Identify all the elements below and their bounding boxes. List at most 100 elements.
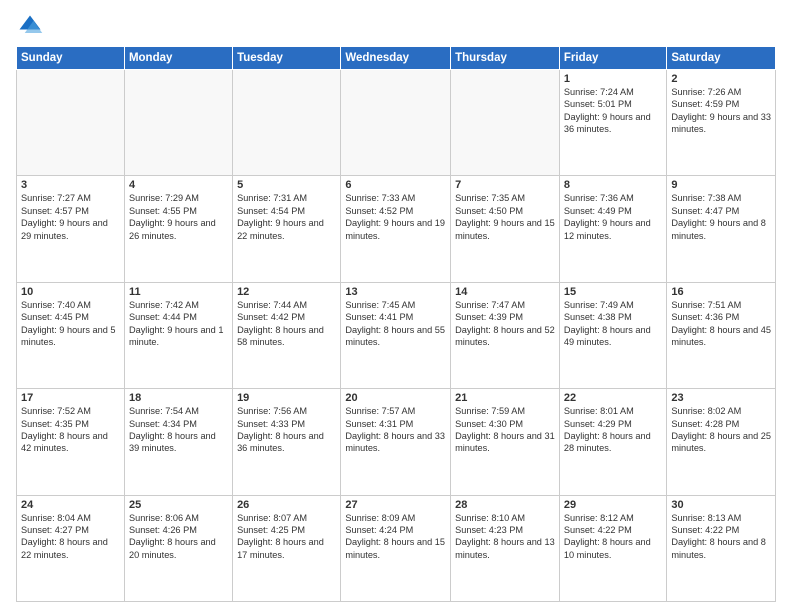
calendar-cell — [17, 70, 125, 176]
day-info: Sunrise: 8:07 AMSunset: 4:25 PMDaylight:… — [237, 512, 336, 562]
week-row-4: 17Sunrise: 7:52 AMSunset: 4:35 PMDayligh… — [17, 389, 776, 495]
calendar-cell: 13Sunrise: 7:45 AMSunset: 4:41 PMDayligh… — [341, 282, 451, 388]
header — [16, 12, 776, 40]
day-number: 24 — [21, 499, 120, 511]
day-info: Sunrise: 7:59 AMSunset: 4:30 PMDaylight:… — [455, 405, 555, 455]
day-number: 26 — [237, 499, 336, 511]
calendar-cell: 2Sunrise: 7:26 AMSunset: 4:59 PMDaylight… — [667, 70, 776, 176]
weekday-header-monday: Monday — [124, 47, 232, 70]
day-number: 2 — [671, 73, 771, 85]
day-number: 10 — [21, 286, 120, 298]
weekday-header-wednesday: Wednesday — [341, 47, 451, 70]
day-info: Sunrise: 7:47 AMSunset: 4:39 PMDaylight:… — [455, 299, 555, 349]
calendar-cell: 22Sunrise: 8:01 AMSunset: 4:29 PMDayligh… — [559, 389, 666, 495]
day-number: 30 — [671, 499, 771, 511]
logo-icon — [16, 12, 44, 40]
day-info: Sunrise: 7:40 AMSunset: 4:45 PMDaylight:… — [21, 299, 120, 349]
weekday-header-friday: Friday — [559, 47, 666, 70]
day-number: 20 — [345, 392, 446, 404]
calendar: SundayMondayTuesdayWednesdayThursdayFrid… — [16, 46, 776, 602]
weekday-header-sunday: Sunday — [17, 47, 125, 70]
calendar-cell: 23Sunrise: 8:02 AMSunset: 4:28 PMDayligh… — [667, 389, 776, 495]
calendar-cell: 25Sunrise: 8:06 AMSunset: 4:26 PMDayligh… — [124, 495, 232, 601]
day-info: Sunrise: 7:49 AMSunset: 4:38 PMDaylight:… — [564, 299, 662, 349]
day-number: 21 — [455, 392, 555, 404]
day-info: Sunrise: 8:10 AMSunset: 4:23 PMDaylight:… — [455, 512, 555, 562]
day-info: Sunrise: 8:01 AMSunset: 4:29 PMDaylight:… — [564, 405, 662, 455]
day-info: Sunrise: 8:04 AMSunset: 4:27 PMDaylight:… — [21, 512, 120, 562]
calendar-cell: 28Sunrise: 8:10 AMSunset: 4:23 PMDayligh… — [451, 495, 560, 601]
day-info: Sunrise: 7:51 AMSunset: 4:36 PMDaylight:… — [671, 299, 771, 349]
calendar-cell: 18Sunrise: 7:54 AMSunset: 4:34 PMDayligh… — [124, 389, 232, 495]
day-number: 13 — [345, 286, 446, 298]
weekday-header-thursday: Thursday — [451, 47, 560, 70]
calendar-cell — [233, 70, 341, 176]
day-info: Sunrise: 7:45 AMSunset: 4:41 PMDaylight:… — [345, 299, 446, 349]
day-number: 19 — [237, 392, 336, 404]
day-number: 9 — [671, 179, 771, 191]
day-info: Sunrise: 7:44 AMSunset: 4:42 PMDaylight:… — [237, 299, 336, 349]
calendar-cell: 10Sunrise: 7:40 AMSunset: 4:45 PMDayligh… — [17, 282, 125, 388]
day-number: 5 — [237, 179, 336, 191]
day-number: 7 — [455, 179, 555, 191]
day-number: 23 — [671, 392, 771, 404]
day-info: Sunrise: 7:35 AMSunset: 4:50 PMDaylight:… — [455, 192, 555, 242]
day-number: 25 — [129, 499, 228, 511]
calendar-cell: 26Sunrise: 8:07 AMSunset: 4:25 PMDayligh… — [233, 495, 341, 601]
calendar-cell: 24Sunrise: 8:04 AMSunset: 4:27 PMDayligh… — [17, 495, 125, 601]
day-number: 18 — [129, 392, 228, 404]
week-row-1: 1Sunrise: 7:24 AMSunset: 5:01 PMDaylight… — [17, 70, 776, 176]
day-info: Sunrise: 7:38 AMSunset: 4:47 PMDaylight:… — [671, 192, 771, 242]
calendar-cell: 27Sunrise: 8:09 AMSunset: 4:24 PMDayligh… — [341, 495, 451, 601]
week-row-5: 24Sunrise: 8:04 AMSunset: 4:27 PMDayligh… — [17, 495, 776, 601]
calendar-cell: 8Sunrise: 7:36 AMSunset: 4:49 PMDaylight… — [559, 176, 666, 282]
day-info: Sunrise: 7:36 AMSunset: 4:49 PMDaylight:… — [564, 192, 662, 242]
calendar-cell: 5Sunrise: 7:31 AMSunset: 4:54 PMDaylight… — [233, 176, 341, 282]
day-number: 29 — [564, 499, 662, 511]
calendar-cell: 1Sunrise: 7:24 AMSunset: 5:01 PMDaylight… — [559, 70, 666, 176]
day-number: 6 — [345, 179, 446, 191]
calendar-cell — [124, 70, 232, 176]
calendar-cell: 29Sunrise: 8:12 AMSunset: 4:22 PMDayligh… — [559, 495, 666, 601]
day-number: 28 — [455, 499, 555, 511]
logo — [16, 12, 48, 40]
day-number: 11 — [129, 286, 228, 298]
calendar-cell: 21Sunrise: 7:59 AMSunset: 4:30 PMDayligh… — [451, 389, 560, 495]
day-info: Sunrise: 8:09 AMSunset: 4:24 PMDaylight:… — [345, 512, 446, 562]
calendar-cell: 3Sunrise: 7:27 AMSunset: 4:57 PMDaylight… — [17, 176, 125, 282]
page: SundayMondayTuesdayWednesdayThursdayFrid… — [0, 0, 792, 612]
week-row-3: 10Sunrise: 7:40 AMSunset: 4:45 PMDayligh… — [17, 282, 776, 388]
day-info: Sunrise: 8:02 AMSunset: 4:28 PMDaylight:… — [671, 405, 771, 455]
calendar-cell: 6Sunrise: 7:33 AMSunset: 4:52 PMDaylight… — [341, 176, 451, 282]
calendar-cell: 20Sunrise: 7:57 AMSunset: 4:31 PMDayligh… — [341, 389, 451, 495]
day-number: 22 — [564, 392, 662, 404]
day-number: 27 — [345, 499, 446, 511]
calendar-cell: 7Sunrise: 7:35 AMSunset: 4:50 PMDaylight… — [451, 176, 560, 282]
day-info: Sunrise: 7:56 AMSunset: 4:33 PMDaylight:… — [237, 405, 336, 455]
day-info: Sunrise: 7:33 AMSunset: 4:52 PMDaylight:… — [345, 192, 446, 242]
day-number: 17 — [21, 392, 120, 404]
day-number: 3 — [21, 179, 120, 191]
weekday-header-saturday: Saturday — [667, 47, 776, 70]
day-number: 16 — [671, 286, 771, 298]
calendar-cell: 15Sunrise: 7:49 AMSunset: 4:38 PMDayligh… — [559, 282, 666, 388]
calendar-cell: 30Sunrise: 8:13 AMSunset: 4:22 PMDayligh… — [667, 495, 776, 601]
calendar-cell: 9Sunrise: 7:38 AMSunset: 4:47 PMDaylight… — [667, 176, 776, 282]
day-info: Sunrise: 8:12 AMSunset: 4:22 PMDaylight:… — [564, 512, 662, 562]
day-info: Sunrise: 7:24 AMSunset: 5:01 PMDaylight:… — [564, 86, 662, 136]
calendar-cell: 17Sunrise: 7:52 AMSunset: 4:35 PMDayligh… — [17, 389, 125, 495]
calendar-cell: 12Sunrise: 7:44 AMSunset: 4:42 PMDayligh… — [233, 282, 341, 388]
day-number: 8 — [564, 179, 662, 191]
day-info: Sunrise: 7:29 AMSunset: 4:55 PMDaylight:… — [129, 192, 228, 242]
day-number: 4 — [129, 179, 228, 191]
day-info: Sunrise: 7:52 AMSunset: 4:35 PMDaylight:… — [21, 405, 120, 455]
day-info: Sunrise: 7:54 AMSunset: 4:34 PMDaylight:… — [129, 405, 228, 455]
calendar-cell: 19Sunrise: 7:56 AMSunset: 4:33 PMDayligh… — [233, 389, 341, 495]
day-info: Sunrise: 8:13 AMSunset: 4:22 PMDaylight:… — [671, 512, 771, 562]
weekday-header-row: SundayMondayTuesdayWednesdayThursdayFrid… — [17, 47, 776, 70]
day-number: 1 — [564, 73, 662, 85]
day-info: Sunrise: 8:06 AMSunset: 4:26 PMDaylight:… — [129, 512, 228, 562]
calendar-cell — [341, 70, 451, 176]
calendar-cell: 14Sunrise: 7:47 AMSunset: 4:39 PMDayligh… — [451, 282, 560, 388]
calendar-cell — [451, 70, 560, 176]
